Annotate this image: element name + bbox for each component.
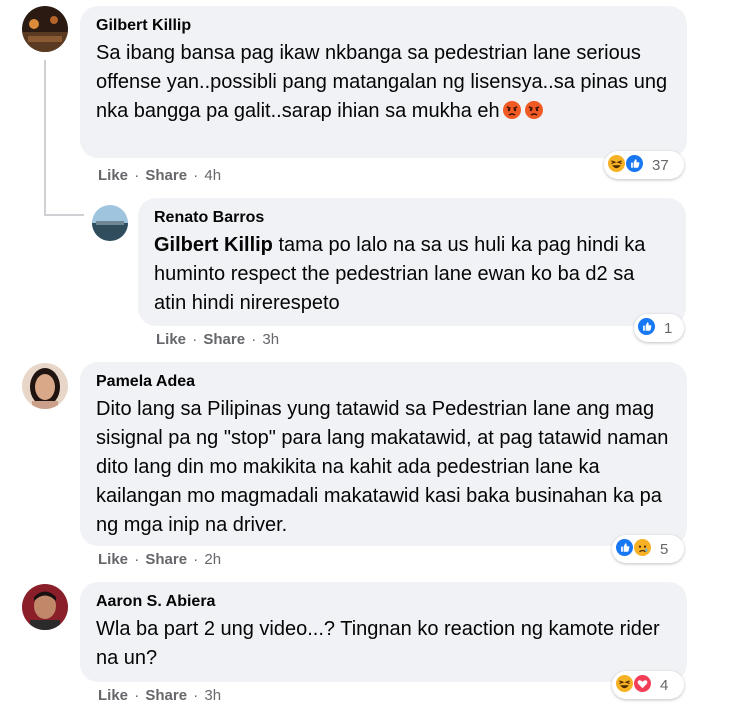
comment-author[interactable]: Pamela Adea: [96, 372, 671, 392]
avatar[interactable]: [92, 205, 128, 241]
comment-timestamp[interactable]: 2h: [204, 551, 221, 568]
separator: ·: [193, 687, 199, 704]
reaction-summary[interactable]: 4: [612, 671, 684, 699]
separator: ·: [193, 167, 199, 184]
comment-bubble: Renato Barros Gilbert Killip tama po lal…: [138, 198, 686, 326]
comment-timestamp[interactable]: 3h: [204, 687, 221, 704]
reaction-summary[interactable]: 1: [634, 314, 684, 342]
like-reaction-icon: [625, 154, 647, 176]
avatar[interactable]: [22, 6, 68, 52]
separator: ·: [192, 331, 198, 348]
separator: ·: [251, 331, 257, 348]
like-link[interactable]: Like: [98, 167, 128, 184]
comment-timestamp[interactable]: 4h: [204, 167, 221, 184]
comment-text: Dito lang sa Pilipinas yung tatawid sa P…: [96, 398, 669, 536]
comment-text: Sa ibang bansa pag ikaw nkbanga sa pedes…: [96, 39, 671, 126]
reaction-count: 5: [660, 540, 669, 558]
reaction-count: 4: [660, 676, 669, 694]
comment-timestamp[interactable]: 3h: [262, 331, 279, 348]
avatar[interactable]: [22, 363, 68, 409]
comment-actions: Like · Share · 3h: [98, 687, 221, 704]
comment-author[interactable]: Gilbert Killip: [96, 16, 671, 36]
reaction-summary[interactable]: 5: [612, 535, 684, 563]
comment-bubble: Gilbert Killip Sa ibang bansa pag ikaw n…: [80, 6, 687, 158]
thread-line: [44, 60, 46, 216]
comment-text: Wla ba part 2 ung video...? Tingnan ko r…: [96, 618, 660, 669]
like-link[interactable]: Like: [98, 687, 128, 704]
share-link[interactable]: Share: [145, 687, 187, 704]
love-reaction-icon: [633, 674, 655, 696]
mention-link[interactable]: Gilbert Killip: [154, 234, 273, 256]
comment-bubble: Aaron S. Abiera Wla ba part 2 ung video.…: [80, 582, 687, 682]
angry-emoji-icon: [502, 100, 522, 120]
reaction-count: 37: [652, 156, 669, 174]
comment-actions: Like · Share · 3h: [156, 331, 279, 348]
share-link[interactable]: Share: [203, 331, 245, 348]
comment-author[interactable]: Renato Barros: [154, 208, 670, 228]
separator: ·: [193, 551, 199, 568]
angry-emoji-icon: [524, 100, 544, 120]
separator: ·: [134, 687, 140, 704]
like-reaction-icon: [637, 317, 659, 339]
share-link[interactable]: Share: [145, 551, 187, 568]
avatar[interactable]: [22, 584, 68, 630]
thread-line-branch: [44, 214, 84, 216]
sad-reaction-icon: [633, 538, 655, 560]
comment-actions: Like · Share · 4h: [98, 167, 221, 184]
comment-bubble: Pamela Adea Dito lang sa Pilipinas yung …: [80, 362, 687, 546]
comment-author[interactable]: Aaron S. Abiera: [96, 592, 671, 612]
separator: ·: [134, 551, 140, 568]
share-link[interactable]: Share: [145, 167, 187, 184]
comment-actions: Like · Share · 2h: [98, 551, 221, 568]
comment-text: Gilbert Killip tama po lalo na sa us hul…: [154, 231, 670, 318]
reaction-summary[interactable]: 37: [604, 151, 684, 179]
like-link[interactable]: Like: [98, 551, 128, 568]
separator: ·: [134, 167, 140, 184]
comment-body: Sa ibang bansa pag ikaw nkbanga sa pedes…: [96, 42, 668, 122]
reaction-count: 1: [664, 319, 673, 337]
like-link[interactable]: Like: [156, 331, 186, 348]
